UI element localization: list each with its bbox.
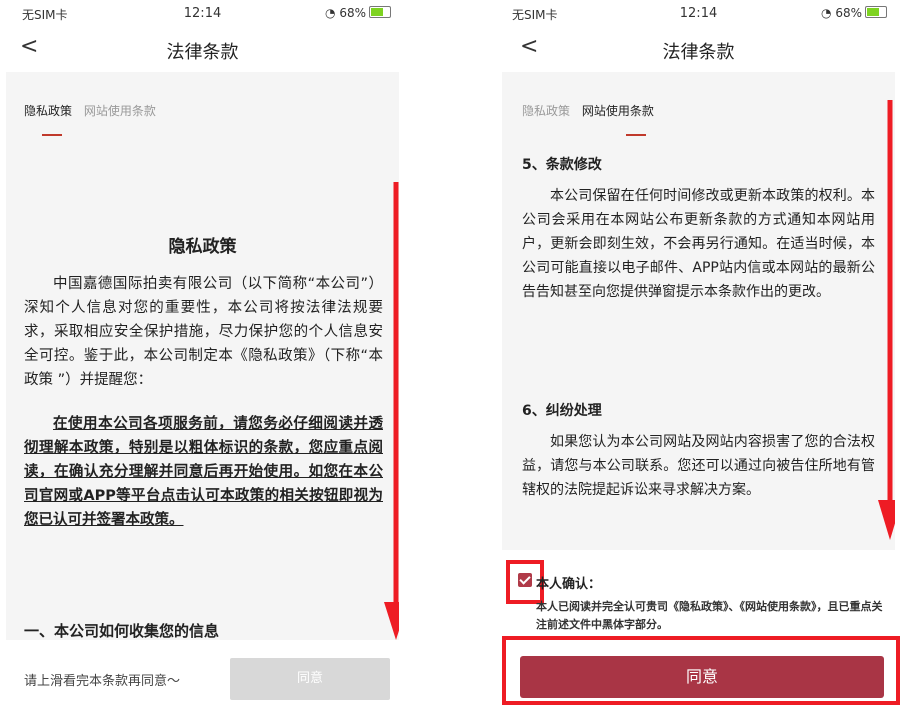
tab-underline (626, 134, 646, 136)
battery-percent: 68% (835, 6, 862, 20)
confirm-statement: 本人已阅读并完全认可贵司《隐私政策》、《网站使用条款》，且已重点关注前述文件中黑… (536, 600, 883, 631)
intro-paragraph: 中国嘉德国际拍卖有限公司（以下简称“本公司”）深知个人信息对您的重要性，本公司将… (24, 276, 383, 388)
terms-tabs: 隐私政策 网站使用条款 (24, 102, 164, 119)
tab-privacy-policy[interactable]: 隐私政策 (522, 104, 570, 118)
section-5-paragraph: 本公司保留在任何时间修改或更新本政策的权利。本公司会采用在本网站公布更新条款的方… (522, 188, 875, 300)
section-heading-5: 5、条款修改 (522, 157, 602, 173)
confirm-checkbox[interactable] (518, 573, 532, 587)
document-title: 隐私政策 (168, 237, 237, 257)
terms-content[interactable]: 隐私政策 网站使用条款 隐私政策 中国嘉德国际拍卖有限公司（以下简称“本公司”）… (6, 72, 399, 640)
battery-icon (865, 6, 887, 18)
battery-status: ◔ 68% (821, 6, 887, 20)
left-phone-screen: 无SIM卡 12:14 ◔ 68% < 法律条款 隐私政策 网站使用条款 隐私政… (0, 0, 405, 705)
battery-icon (369, 6, 391, 18)
nav-bar: < 法律条款 (496, 30, 901, 70)
section-6-paragraph: 如果您认为本公司网站及网站内容损害了您的合法权益，请您与本公司联系。您还可以通过… (522, 434, 875, 498)
tab-privacy-policy[interactable]: 隐私政策 (24, 104, 72, 118)
battery-status: ◔ 68% (325, 6, 391, 20)
agree-button[interactable]: 同意 (520, 656, 884, 698)
section-heading-6: 6、纠纷处理 (522, 403, 602, 419)
status-bar: 无SIM卡 12:14 ◔ 68% (0, 6, 405, 24)
confirm-label: 本人确认： (536, 577, 602, 592)
location-icon: ◔ (325, 6, 340, 20)
nav-bar: < 法律条款 (0, 30, 405, 70)
tab-underline (42, 134, 62, 136)
status-bar: 无SIM卡 12:14 ◔ 68% (496, 6, 901, 24)
location-icon: ◔ (821, 6, 836, 20)
scroll-hint: 请上滑看完本条款再同意～ (24, 674, 181, 689)
terms-content[interactable]: 隐私政策 网站使用条款 5、条款修改 本公司保留在任何时间修改或更新本政策的权利… (502, 72, 895, 550)
tab-site-terms[interactable]: 网站使用条款 (582, 104, 654, 118)
bold-notice-paragraph: 在使用本公司各项服务前，请您务必仔细阅读并透彻理解本政策，特别是以粗体标识的条款… (24, 416, 383, 528)
agree-button-disabled[interactable]: 同意 (230, 658, 390, 700)
terms-tabs: 隐私政策 网站使用条款 (522, 102, 662, 119)
tab-site-terms[interactable]: 网站使用条款 (84, 104, 156, 118)
section-heading: 一、本公司如何收集您的信息 (24, 622, 220, 640)
battery-percent: 68% (339, 6, 366, 20)
right-phone-screen: 无SIM卡 12:14 ◔ 68% < 法律条款 隐私政策 网站使用条款 5、条… (496, 0, 901, 705)
page-title: 法律条款 (166, 42, 239, 63)
scroll-down-arrow-annotation (878, 100, 895, 540)
page-title: 法律条款 (662, 42, 735, 63)
scroll-down-arrow-annotation (384, 182, 399, 640)
